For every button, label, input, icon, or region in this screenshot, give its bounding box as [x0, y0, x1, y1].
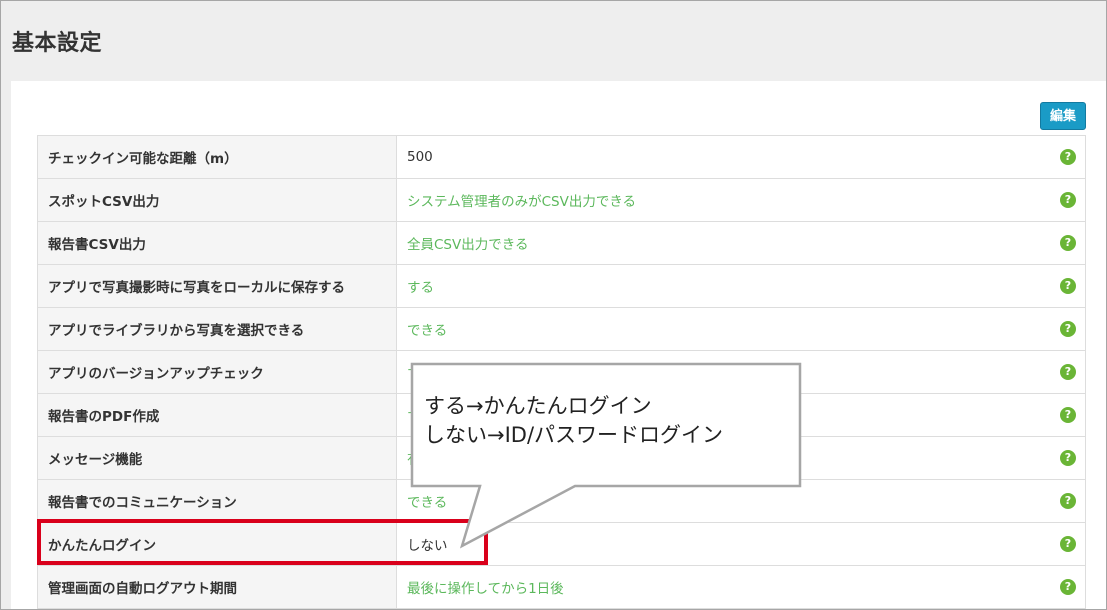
setting-label: 報告書でのコミュニケーション — [37, 479, 397, 523]
setting-value: す — [407, 409, 421, 425]
setting-label: 報告書のPDF作成 — [37, 393, 397, 437]
help-icon[interactable]: ? — [1060, 192, 1076, 208]
setting-value: システム管理者のみがCSV出力できる — [407, 194, 637, 210]
help-icon[interactable]: ? — [1060, 579, 1076, 595]
setting-value: 有 — [407, 452, 421, 468]
setting-value-cell: 全員CSV出力できる? — [396, 221, 1086, 265]
setting-value-cell: システム管理者のみがCSV出力できる? — [396, 178, 1086, 222]
setting-value-cell: す? — [396, 350, 1086, 394]
setting-value-cell: できる? — [396, 479, 1086, 523]
edit-button[interactable]: 編集 — [1040, 102, 1086, 130]
setting-value-cell: できる? — [396, 307, 1086, 351]
setting-value: する — [407, 280, 434, 296]
help-icon[interactable]: ? — [1060, 536, 1076, 552]
setting-label: スポットCSV出力 — [37, 178, 397, 222]
table-row: アプリで写真撮影時に写真をローカルに保存する する? — [37, 264, 1086, 308]
setting-value-cell: する? — [396, 264, 1086, 308]
help-icon[interactable]: ? — [1060, 364, 1076, 380]
setting-label: 管理画面の自動ログアウト期間 — [37, 565, 397, 609]
highlight-box-easy-login — [37, 519, 488, 565]
table-row: チェックイン可能な距離（m） 500? — [37, 135, 1086, 179]
setting-value-cell: 最後に操作してから1日後? — [396, 565, 1086, 609]
setting-value-cell: しない? — [396, 522, 1086, 566]
help-icon[interactable]: ? — [1060, 278, 1076, 294]
callout-line-1: する→かんたんログイン — [424, 394, 652, 418]
setting-label: チェックイン可能な距離（m） — [37, 135, 397, 179]
setting-value: 全員CSV出力できる — [407, 237, 529, 253]
table-row: アプリのバージョンアップチェックす? — [37, 350, 1086, 394]
help-icon[interactable]: ? — [1060, 407, 1076, 423]
setting-label: アプリで写真撮影時に写真をローカルに保存する — [37, 264, 397, 308]
callout-text: する→かんたんログイン しない→ID/パスワードログイン — [424, 392, 723, 450]
table-row: スポットCSV出力 システム管理者のみがCSV出力できる? — [37, 178, 1086, 222]
setting-label: アプリでライブラリから写真を選択できる — [37, 307, 397, 351]
setting-value: 最後に操作してから1日後 — [407, 581, 564, 597]
table-row: 報告書でのコミュニケーション できる? — [37, 479, 1086, 523]
setting-label: アプリのバージョンアップチェック — [37, 350, 397, 394]
help-icon[interactable]: ? — [1060, 493, 1076, 509]
help-icon[interactable]: ? — [1060, 321, 1076, 337]
setting-value-cell: 500? — [396, 135, 1086, 179]
help-icon[interactable]: ? — [1060, 450, 1076, 466]
setting-value: 500 — [407, 149, 433, 165]
help-icon[interactable]: ? — [1060, 149, 1076, 165]
page-title: 基本設定 — [12, 31, 103, 56]
table-row: アプリでライブラリから写真を選択できる できる? — [37, 307, 1086, 351]
setting-value: できる — [407, 495, 448, 511]
setting-label: 報告書CSV出力 — [37, 221, 397, 265]
table-row: 管理画面の自動ログアウト期間 最後に操作してから1日後? — [37, 565, 1086, 609]
setting-value: す — [407, 366, 421, 382]
table-row: 報告書CSV出力 全員CSV出力できる? — [37, 221, 1086, 265]
help-icon[interactable]: ? — [1060, 235, 1076, 251]
setting-label: メッセージ機能 — [37, 436, 397, 480]
callout-line-2: しない→ID/パスワードログイン — [424, 423, 724, 447]
setting-value: できる — [407, 323, 448, 339]
